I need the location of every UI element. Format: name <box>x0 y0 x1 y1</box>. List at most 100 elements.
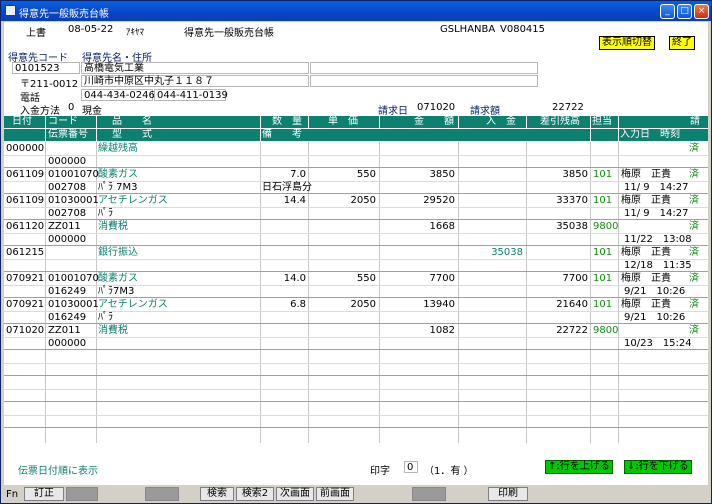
cell-amount: 1082 <box>429 325 455 336</box>
cell-balance: 7700 <box>562 273 588 284</box>
cell-slip: 016249 <box>48 286 87 297</box>
cell-staff: 101 <box>593 299 613 310</box>
cell-staff: 101 <box>593 169 613 180</box>
col-qty: 数 量 <box>272 116 302 127</box>
f4-blank-button[interactable] <box>145 487 179 501</box>
col-date: 日付 <box>12 116 32 127</box>
cell-amount: 13940 <box>423 299 455 310</box>
table-row[interactable] <box>4 350 708 376</box>
cell-qty: 14.0 <box>283 273 306 284</box>
cell-date: 070921 <box>6 273 45 284</box>
order-note: 伝票日付順に表示 <box>18 466 98 477</box>
col-spec: 型 式 <box>112 129 152 140</box>
cell-status: 済 <box>689 247 699 258</box>
cell-item: 酸素ガス <box>98 169 138 180</box>
cell-input: 11/ 9 14:27 <box>624 208 689 219</box>
screen-title: 得意先一般販売台帳 <box>184 28 274 39</box>
cell-qty: 14.4 <box>283 195 306 206</box>
table-row[interactable]: 061109 01001070 酸素ガス 7.0 550 3850 3850 101 梅原 正貴… <box>4 168 708 194</box>
cell-input: 12/18 11:35 <box>624 260 692 271</box>
cell-person: 梅原 正貴 <box>621 273 671 284</box>
address-input[interactable]: 川崎市中原区中丸子１１８７ <box>81 75 309 87</box>
close-icon[interactable]: × <box>694 4 709 19</box>
table-row[interactable] <box>4 402 708 428</box>
cell-slip: 016249 <box>48 312 87 323</box>
cell-code: 01001070 <box>48 273 99 284</box>
cell-staff: 101 <box>593 195 613 206</box>
customer-code-input[interactable]: 0101523 <box>12 62 80 74</box>
f10-blank-button[interactable] <box>412 487 446 501</box>
f7-next-screen-button[interactable]: 次画面 <box>276 487 314 501</box>
customer-name2-input[interactable] <box>310 62 538 74</box>
table-header-row-1: 日付 コード 品 名 数 量 単 価 金 額 入 金 差引残高 担当 請 <box>4 116 708 128</box>
fax-input[interactable]: 044-411-0139 <box>154 89 228 101</box>
cell-item: アセチレンガス <box>98 299 168 310</box>
cell-amount: 1668 <box>429 221 455 232</box>
cell-balance: 21640 <box>556 299 588 310</box>
cell-item: アセチレンガス <box>98 195 168 206</box>
cell-balance: 22722 <box>556 325 588 336</box>
cell-person: 梅原 正貴 <box>621 195 671 206</box>
billing-amount: 22722 <box>552 102 584 113</box>
payment-label: 入金方法 <box>20 106 60 117</box>
table-row[interactable]: 070921 01030001 アセチレンガス 6.8 2050 13940 21640 10… <box>4 298 708 324</box>
cell-staff: 9800 <box>593 221 619 232</box>
print-label: 印字 <box>370 466 390 477</box>
f1-correct-button[interactable]: 訂正 <box>24 487 64 501</box>
col-code: コード <box>48 116 78 127</box>
cell-date: 070921 <box>6 299 45 310</box>
cell-item: 消費税 <box>98 221 128 232</box>
table-row[interactable]: 061215 銀行振込 35038 101 梅原 正貴 済 12/18 11:35 <box>4 246 708 272</box>
cell-note: 日石浮島分 <box>262 182 312 193</box>
cell-status: 済 <box>689 169 699 180</box>
cell-date: 061215 <box>6 247 45 258</box>
table-row[interactable]: 071020 ZZ011 消費税 1082 22722 9800 済 000000 10/23 … <box>4 324 708 350</box>
cell-spec: ﾊﾟﾗ <box>98 208 113 219</box>
phone-input[interactable]: 044-434-0246 <box>81 89 155 101</box>
cell-person: 梅原 正貴 <box>621 169 671 180</box>
cell-status: 済 <box>689 325 699 336</box>
print-flag-input[interactable]: 0 <box>404 461 418 473</box>
window-title: 得意先一般販売台帳 <box>19 9 109 20</box>
title-bar[interactable]: 得意先一般販売台帳 _ □ × <box>1 1 711 21</box>
table-row[interactable]: 070921 01001070 酸素ガス 14.0 550 7700 7700 101 梅原 正… <box>4 272 708 298</box>
cell-person: 梅原 正貴 <box>621 299 671 310</box>
program-version: V080415 <box>500 24 546 35</box>
f8-prev-screen-button[interactable]: 前画面 <box>316 487 354 501</box>
table-row[interactable]: 061109 01030001 アセチレンガス 14.4 2050 29520 33370 1… <box>4 194 708 220</box>
cell-status: 済 <box>689 143 699 154</box>
col-item: 品 名 <box>112 116 152 127</box>
table-row[interactable]: 000000 繰越残高 済 000000 <box>4 142 708 168</box>
cell-deposit: 35038 <box>491 247 523 258</box>
end-button[interactable]: 終了 <box>669 36 695 50</box>
cell-code: 01001070 <box>48 169 99 180</box>
customer-name-input[interactable]: 高橋電気工業 <box>81 62 309 74</box>
client-area: 上書 08-05-22 ｱｷﾔﾏ 得意先一般販売台帳 GSLHANBA V080… <box>4 22 708 485</box>
f6-search2-button[interactable]: 検索2 <box>236 487 274 501</box>
cell-slip: 002708 <box>48 182 87 193</box>
cell-staff: 9800 <box>593 325 619 336</box>
table-row[interactable]: 061120 ZZ011 消費税 1668 35038 9800 済 000000 11/22 … <box>4 220 708 246</box>
toggle-order-button[interactable]: 表示順切替 <box>599 36 655 50</box>
billing-date-label: 請求日 <box>378 106 408 117</box>
table-row[interactable] <box>4 376 708 402</box>
address2-input[interactable] <box>310 75 538 87</box>
minimize-icon[interactable]: _ <box>660 4 675 19</box>
f12-print-button[interactable]: 印刷 <box>488 487 528 501</box>
cell-code: 01030001 <box>48 299 99 310</box>
cell-balance: 3850 <box>562 169 588 180</box>
maximize-icon[interactable]: □ <box>677 4 692 19</box>
cell-spec: ﾊﾟﾗ 7M3 <box>98 182 138 193</box>
cell-balance: 35038 <box>556 221 588 232</box>
cell-input: 11/22 13:08 <box>624 234 692 245</box>
app-window: 得意先一般販売台帳 _ □ × 上書 08-05-22 ｱｷﾔﾏ 得意先一般販売… <box>0 0 712 504</box>
print-hint: （1．有 ） <box>424 466 474 477</box>
cell-qty: 7.0 <box>290 169 306 180</box>
row-up-button[interactable]: ↑:行を上げる <box>545 460 613 474</box>
cell-staff: 101 <box>593 273 613 284</box>
f5-search-button[interactable]: 検索 <box>200 487 234 501</box>
row-down-button[interactable]: ↓:行を下げる <box>624 460 692 474</box>
cell-code: 01030001 <box>48 195 99 206</box>
f2-blank-button[interactable] <box>66 487 98 501</box>
col-note: 備 考 <box>262 129 302 140</box>
